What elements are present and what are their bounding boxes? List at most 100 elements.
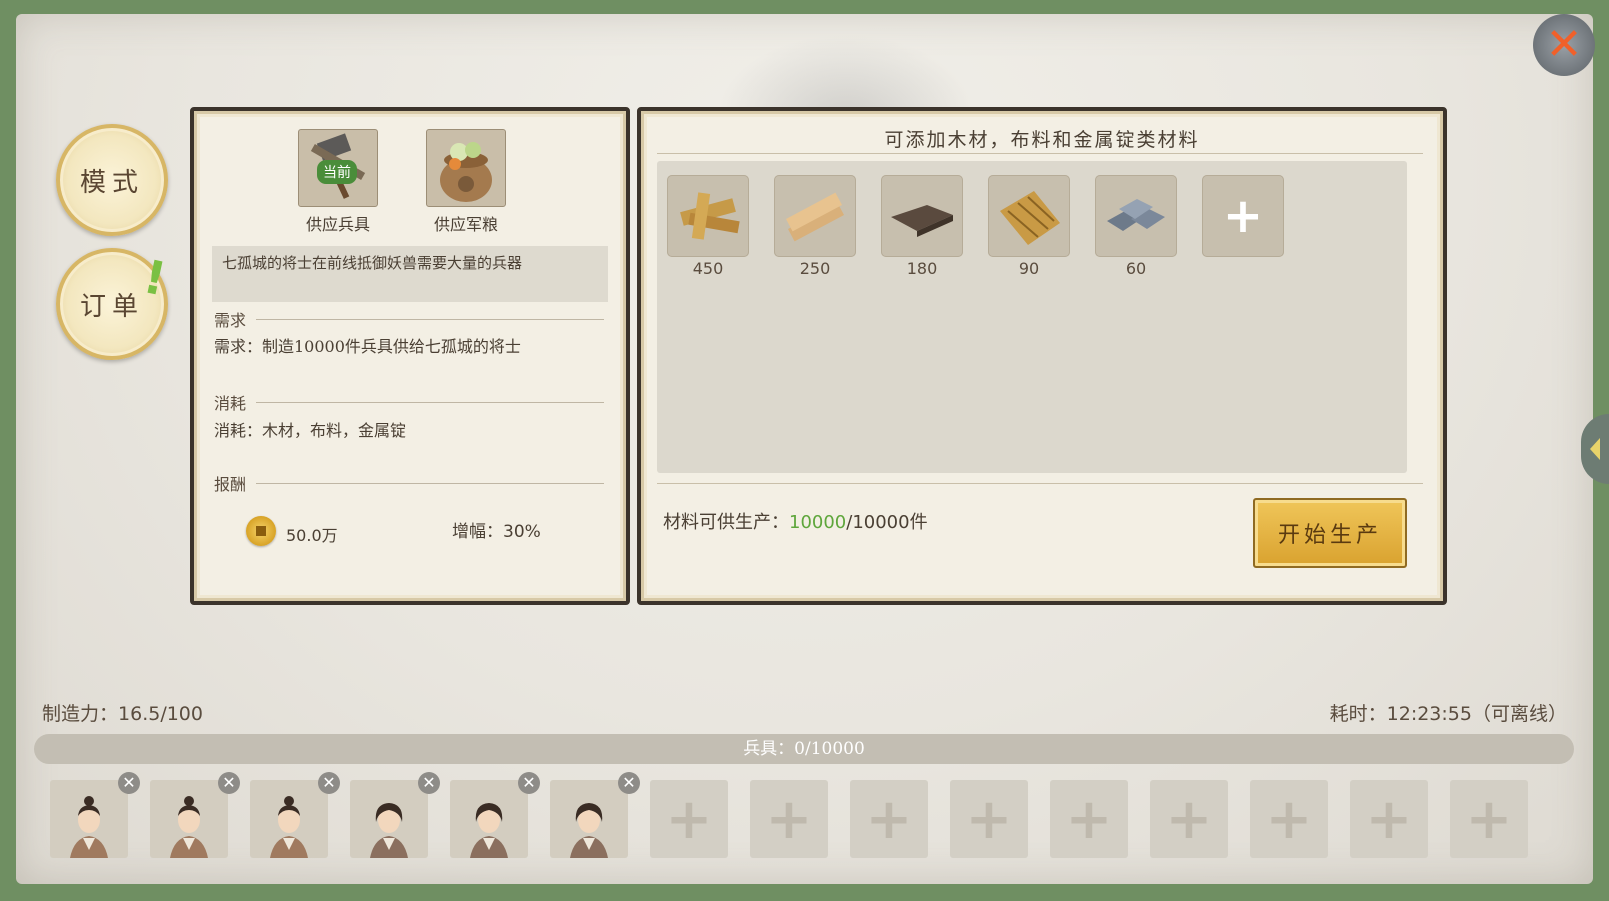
consume-header: 消耗 [214, 390, 604, 414]
material-slot[interactable]: 90 [988, 175, 1070, 278]
supply-label: 材料可供生产： [663, 512, 789, 533]
add-material-slot[interactable]: + [1202, 175, 1284, 257]
bonus-label: 增幅： [452, 522, 503, 542]
progress-label: 兵具：0/10000 [743, 739, 865, 759]
worker-female-portrait [370, 803, 408, 858]
divider [657, 153, 1423, 154]
order-detail-panel: 当前 供应兵具 供应军粮 七孤城的将士在前线抵御妖兽需要大量的兵器 需求 需求：… [190, 107, 630, 605]
reward-header: 报酬 [214, 471, 604, 495]
mode-label: 模式 [79, 167, 144, 198]
reward-amount: 50.0万 [286, 526, 338, 545]
supply-available: 10000 [789, 512, 847, 533]
add-material-button[interactable]: + [1202, 175, 1284, 257]
divider [256, 482, 604, 484]
reward-header-label: 报酬 [214, 475, 247, 494]
materials-grid: 450 250 180 90 60 + [657, 161, 1407, 473]
empty-worker-slot[interactable]: + [1050, 780, 1128, 858]
consume-header-label: 消耗 [214, 394, 247, 413]
divider [657, 483, 1423, 484]
plus-icon: + [1065, 786, 1113, 852]
lumber-boards-icon [774, 175, 856, 257]
plus-icon: + [865, 786, 913, 852]
orders-label: 订单 [79, 291, 144, 322]
requirement-header-label: 需求 [214, 311, 247, 330]
material-slot[interactable]: 450 [667, 175, 749, 278]
material-slot[interactable]: 250 [774, 175, 856, 278]
worker-male-portrait [270, 796, 308, 858]
empty-worker-slot[interactable]: + [750, 780, 828, 858]
remove-worker-button[interactable]: ✕ [318, 772, 340, 794]
empty-worker-slot[interactable]: + [950, 780, 1028, 858]
close-button[interactable]: ✕ [1533, 14, 1595, 76]
plus-icon: + [1465, 786, 1513, 852]
craft-power-value: 16.5/100 [118, 703, 203, 725]
craft-power: 制造力：16.5/100 [42, 699, 203, 726]
plus-icon: + [765, 786, 813, 852]
empty-worker-slot[interactable]: + [1250, 780, 1328, 858]
worker-male-portrait [170, 796, 208, 858]
metal-ingot-icon [1095, 175, 1177, 257]
plus-icon: + [665, 786, 713, 852]
time-estimate: 耗时：12:23:55（可离线） [1330, 699, 1567, 726]
worker-female-portrait [570, 803, 608, 858]
plus-icon: + [1165, 786, 1213, 852]
material-slot[interactable]: 180 [881, 175, 963, 278]
empty-worker-slot[interactable]: + [1450, 780, 1528, 858]
material-count: 60 [1125, 259, 1147, 278]
fiber-bundle-icon [988, 175, 1070, 257]
empty-worker-slot[interactable]: + [1350, 780, 1428, 858]
production-progress-bar: 兵具：0/10000 [34, 734, 1574, 764]
divider [256, 401, 604, 403]
consume-text: 消耗：木材，布料，金属锭 [214, 421, 407, 440]
materials-panel: 可添加木材，布料和金属锭类材料 450 250 180 90 60 + 材料可供… [637, 107, 1447, 605]
material-slot[interactable]: 60 [1095, 175, 1177, 278]
requirement-header: 需求 [214, 307, 604, 331]
supply-summary: 材料可供生产：10000/10000件 [663, 508, 928, 534]
bonus-value: 30% [503, 522, 541, 542]
worker-slot[interactable]: ✕ [450, 772, 540, 858]
remove-worker-button[interactable]: ✕ [418, 772, 440, 794]
plus-icon: + [1365, 786, 1413, 852]
plus-icon: + [1222, 188, 1264, 244]
bonus-display: 增幅：30% [452, 517, 541, 542]
material-count: 250 [799, 259, 831, 278]
grain-sack-icon [426, 129, 506, 207]
current-badge: 当前 [317, 160, 357, 184]
empty-worker-slot[interactable]: + [850, 780, 928, 858]
worker-male-portrait [70, 796, 108, 858]
weapon-bundle-icon: 当前 [298, 129, 378, 207]
remove-worker-button[interactable]: ✕ [618, 772, 640, 794]
remove-worker-button[interactable]: ✕ [218, 772, 240, 794]
divider [256, 318, 604, 320]
mode-button[interactable]: 模式 [56, 124, 168, 236]
material-count: 450 [692, 259, 724, 278]
worker-slot[interactable]: ✕ [250, 772, 340, 858]
tab-supply-weapons[interactable]: 当前 供应兵具 [298, 129, 378, 235]
empty-worker-slot[interactable]: + [1150, 780, 1228, 858]
materials-title: 可添加木材，布料和金属锭类材料 [884, 129, 1200, 151]
empty-worker-slot[interactable]: + [650, 780, 728, 858]
time-value: 12:23:55 [1386, 703, 1472, 725]
tab-supply-rations-label: 供应军粮 [433, 215, 498, 234]
requirement-text: 需求：制造10000件兵具供给七孤城的将士 [214, 337, 521, 356]
worker-slot[interactable]: ✕ [550, 772, 640, 858]
material-count: 180 [906, 259, 938, 278]
time-label: 耗时： [1329, 703, 1387, 725]
remove-worker-button[interactable]: ✕ [518, 772, 540, 794]
tab-supply-weapons-label: 供应兵具 [305, 215, 370, 234]
remove-worker-button[interactable]: ✕ [118, 772, 140, 794]
start-production-button[interactable]: 开始生产 [1253, 498, 1407, 568]
supply-total: /10000件 [846, 512, 928, 533]
craft-power-label: 制造力： [42, 703, 119, 725]
plus-icon: + [965, 786, 1013, 852]
order-description: 七孤城的将士在前线抵御妖兽需要大量的兵器 [212, 246, 608, 302]
tab-supply-rations[interactable]: 供应军粮 [426, 129, 506, 235]
worker-female-portrait [470, 803, 508, 858]
cloth-icon [881, 175, 963, 257]
close-icon: ✕ [1545, 19, 1583, 70]
worker-slot[interactable]: ✕ [150, 772, 240, 858]
worker-slot[interactable]: ✕ [350, 772, 440, 858]
offline-note: （可离线） [1471, 703, 1567, 725]
worker-slot[interactable]: ✕ [50, 772, 140, 858]
wood-planks-icon [667, 175, 749, 257]
